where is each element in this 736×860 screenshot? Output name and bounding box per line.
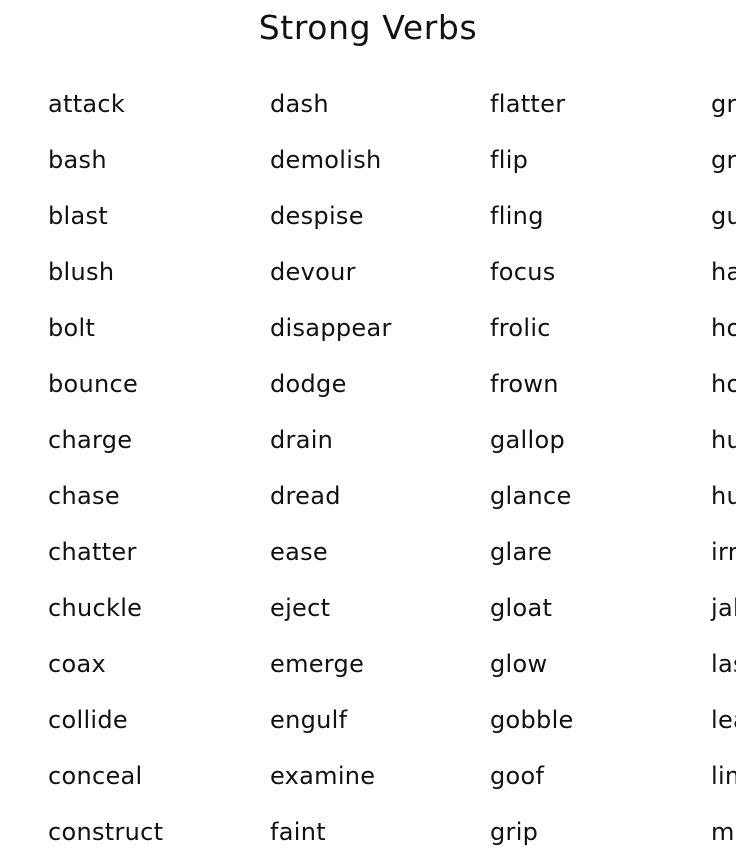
verb-item: dread [270, 482, 341, 510]
verb-item: blush [48, 258, 115, 286]
verb-list-columns: attack bash blast blush bolt bounce charge chas… [0, 76, 736, 860]
verb-item: frolic [490, 314, 551, 342]
verb-item: dodge [270, 370, 347, 398]
verb-item: coax [48, 650, 106, 678]
verb-item: charge [48, 426, 133, 454]
verb-item: groan [711, 90, 736, 118]
verb-item: eject [270, 594, 331, 622]
verb-item: focus [490, 258, 556, 286]
verb-column-3: flatter flip fling focus frolic frown gallop gl… [443, 76, 663, 860]
verb-item: howl [711, 370, 736, 398]
page-title: Strong Verbs [258, 8, 478, 47]
verb-item: irritate [711, 538, 736, 566]
verb-item: goof [490, 762, 545, 790]
verb-item: attack [48, 90, 126, 118]
verb-item: limp [711, 762, 736, 790]
verb-item: frown [490, 370, 559, 398]
verb-item: gobble [490, 706, 574, 734]
verb-item: bolt [48, 314, 96, 342]
verb-item: chatter [48, 538, 137, 566]
verb-column-2: dash demolish despise devour disappear dodge d… [222, 76, 443, 860]
verb-item: growl [711, 146, 736, 174]
verb-item: collide [48, 706, 128, 734]
verb-item: ease [270, 538, 328, 566]
verb-item: gloat [490, 594, 553, 622]
verb-item: lash [711, 650, 736, 678]
verb-item: honk [711, 314, 736, 342]
verb-item: blast [48, 202, 109, 230]
verb-column-1: attack bash blast blush bolt bounce charge chas… [0, 76, 222, 860]
verb-item: glare [490, 538, 553, 566]
verb-item: humiliate [711, 426, 736, 454]
verb-item: emerge [270, 650, 365, 678]
verb-item: chuckle [48, 594, 143, 622]
verb-item: fling [490, 202, 544, 230]
verb-item: leap [711, 706, 736, 734]
worksheet-page: Strong Verbs attack bash blast blush bolt bou… [0, 0, 736, 856]
verb-item: examine [270, 762, 376, 790]
verb-item: construct [48, 818, 164, 846]
verb-item: flip [490, 146, 529, 174]
verb-item: demolish [270, 146, 382, 174]
verb-item: bash [48, 146, 107, 174]
verb-item: grip [490, 818, 539, 846]
verb-item: dash [270, 90, 329, 118]
verb-item: despise [270, 202, 364, 230]
verb-item: flatter [490, 90, 566, 118]
verb-item: hunt [711, 482, 736, 510]
verb-column-4: groan growl gulp haul honk howl humiliate hunt i… [663, 76, 736, 860]
verb-item: glow [490, 650, 548, 678]
verb-item: chase [48, 482, 120, 510]
verb-item: conceal [48, 762, 143, 790]
verb-item: gallop [490, 426, 565, 454]
verb-item: faint [270, 818, 326, 846]
verb-item: disappear [270, 314, 392, 342]
verb-item: bounce [48, 370, 139, 398]
verb-item: engulf [270, 706, 348, 734]
verb-item: haul [711, 258, 736, 286]
verb-item: glance [490, 482, 572, 510]
verb-item: drain [270, 426, 334, 454]
verb-item: gulp [711, 202, 736, 230]
verb-item: jab [711, 594, 736, 622]
verb-item: melt [711, 818, 736, 846]
verb-item: devour [270, 258, 356, 286]
